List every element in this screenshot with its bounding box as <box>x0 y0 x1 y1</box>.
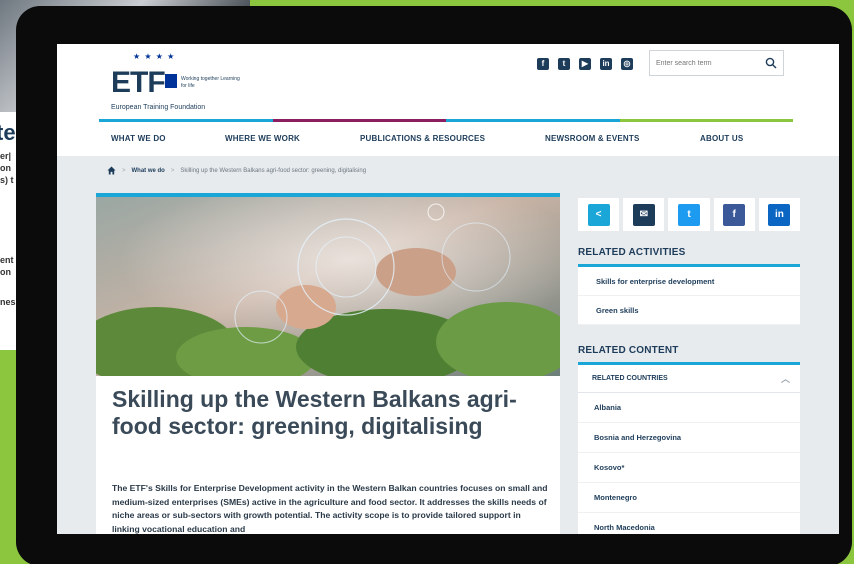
breadcrumb: > What we do > Skilling up the Western B… <box>107 166 366 175</box>
chevron-up-icon: ︿ <box>780 374 790 384</box>
share-button[interactable]: < <box>578 198 620 231</box>
page-title: Skilling up the Western Balkans agri-foo… <box>112 386 517 439</box>
twitter-icon[interactable]: t <box>558 58 570 70</box>
country-link[interactable]: Albania <box>578 393 800 423</box>
search-icon[interactable] <box>765 57 777 69</box>
etf-logo[interactable]: ★ ★ ★ ★ ETF Working together Learning fo… <box>111 52 241 118</box>
related-content-list: RELATED COUNTRIES ︿ Albania Bosnia and H… <box>578 362 800 534</box>
search-input[interactable] <box>656 51 760 75</box>
agri-tech-photo <box>96 197 560 376</box>
eu-stars-icon: ★ ★ ★ ★ <box>133 52 176 61</box>
breadcrumb-separator: > <box>170 167 175 174</box>
page-content: > What we do > Skilling up the Western B… <box>57 156 839 534</box>
email-share-button[interactable]: ✉ <box>623 198 665 231</box>
related-countries-toggle[interactable]: RELATED COUNTRIES ︿ <box>578 365 800 393</box>
nav-about-us[interactable]: ABOUT US <box>700 134 743 143</box>
nav-newsroom-events[interactable]: NEWSROOM & EVENTS <box>545 134 640 143</box>
related-activities-list: Skills for enterprise development Green … <box>578 264 800 325</box>
related-activities-heading: RELATED ACTIVITIES <box>578 247 686 258</box>
country-link[interactable]: Kosovo* <box>578 453 800 483</box>
related-activity-link[interactable]: Green skills <box>578 296 800 325</box>
article-body: The ETF's Skills for Enterprise Developm… <box>112 483 548 534</box>
share-icon: < <box>587 203 610 226</box>
breadcrumb-separator: > <box>122 167 126 174</box>
country-link[interactable]: Bosnia and Herzegovina <box>578 423 800 453</box>
linkedin-icon: in <box>768 203 791 226</box>
logo-tagline: Working together Learning for life <box>181 76 240 89</box>
linkedin-share-button[interactable]: in <box>758 198 801 231</box>
hero-image <box>96 193 560 376</box>
logo-mark-icon <box>165 74 177 88</box>
facebook-icon: f <box>723 203 746 226</box>
nav-what-we-do[interactable]: WHAT WE DO <box>111 134 166 143</box>
nav-where-we-work[interactable]: WHERE WE WORK <box>225 134 300 143</box>
browser-screen: ★ ★ ★ ★ ETF Working together Learning fo… <box>57 44 839 534</box>
breadcrumb-current: Skilling up the Western Balkans agri-foo… <box>180 167 367 174</box>
email-icon: ✉ <box>632 203 655 226</box>
logo-acronym: ETF <box>111 66 166 99</box>
site-header: ★ ★ ★ ★ ETF Working together Learning fo… <box>57 44 839 122</box>
tablet-frame: ★ ★ ★ ★ ETF Working together Learning fo… <box>16 6 852 564</box>
breadcrumb-link[interactable]: What we do <box>132 168 165 174</box>
twitter-share-button[interactable]: t <box>668 198 710 231</box>
linkedin-icon[interactable]: in <box>600 58 612 70</box>
related-activity-link[interactable]: Skills for enterprise development <box>578 267 800 296</box>
instagram-icon[interactable]: ◎ <box>621 58 633 70</box>
youtube-icon[interactable]: ▶ <box>579 58 591 70</box>
main-nav: WHAT WE DO WHERE WE WORK PUBLICATIONS & … <box>57 122 839 156</box>
country-link[interactable]: North Macedonia <box>578 513 800 534</box>
logo-name: European Training Foundation <box>111 104 206 111</box>
social-links: f t ▶ in ◎ <box>537 58 633 70</box>
country-link[interactable]: Montenegro <box>578 483 800 513</box>
twitter-icon: t <box>678 203 700 226</box>
facebook-share-button[interactable]: f <box>713 198 755 231</box>
related-content-heading: RELATED CONTENT <box>578 345 679 356</box>
article: Skilling up the Western Balkans agri-foo… <box>96 376 560 534</box>
nav-publications-resources[interactable]: PUBLICATIONS & RESOURCES <box>360 134 485 143</box>
home-icon[interactable] <box>107 166 116 175</box>
facebook-icon[interactable]: f <box>537 58 549 70</box>
search-box <box>649 50 784 76</box>
share-bar: < ✉ t f in <box>578 198 801 231</box>
related-countries-label: RELATED COUNTRIES <box>592 375 668 382</box>
background-partial-title: te <box>0 120 16 145</box>
